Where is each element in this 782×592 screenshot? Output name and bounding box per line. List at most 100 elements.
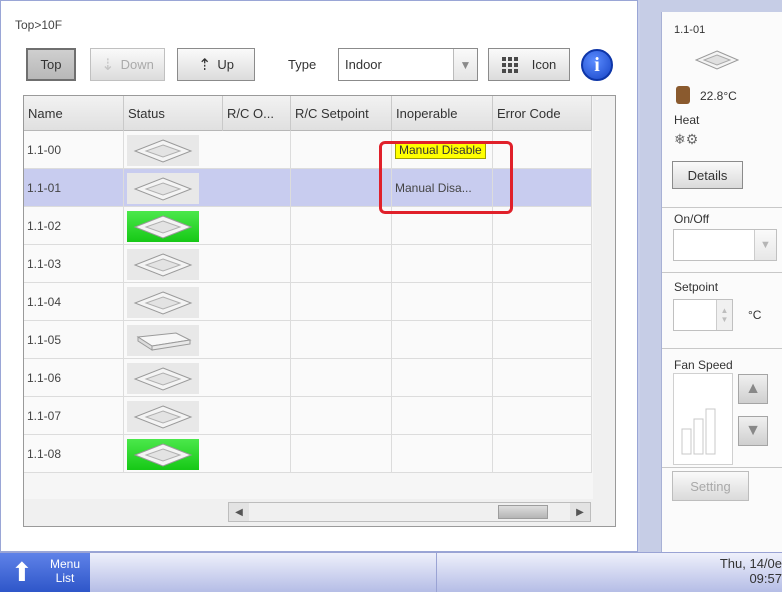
table-row[interactable]: 1.1-05 — [24, 321, 592, 359]
operation-mode: Heat — [674, 113, 700, 127]
chevron-down-icon: ▼ — [754, 230, 776, 260]
down-button-label: Down — [120, 57, 154, 72]
fan-speed-up-button[interactable]: ▲ — [738, 374, 768, 404]
fan-speed-bars-icon — [681, 408, 716, 455]
status-indicator[interactable] — [127, 173, 199, 204]
details-button[interactable]: Details — [672, 161, 743, 189]
setpoint-unit: °C — [748, 308, 762, 322]
down-button[interactable]: ⇣ Down — [90, 48, 165, 81]
unit-name: 1.1-01 — [674, 24, 706, 36]
cassette-unit-icon — [133, 404, 193, 429]
row-inoperable — [392, 283, 493, 321]
down-stairs-icon: ⇣ — [101, 56, 115, 74]
taskbar-divider — [436, 553, 437, 592]
scroll-right-icon[interactable]: ▶ — [570, 503, 590, 521]
info-icon[interactable]: i — [581, 49, 613, 81]
row-cell — [291, 397, 392, 435]
row-name: 1.1-01 — [24, 169, 124, 207]
vertical-scrollbar[interactable] — [593, 96, 615, 499]
scrollbar-thumb[interactable] — [498, 505, 548, 519]
column-header-status[interactable]: Status — [124, 96, 223, 131]
row-name: 1.1-07 — [24, 397, 124, 435]
onoff-label: On/Off — [674, 212, 710, 226]
setpoint-stepper[interactable]: ▲ ▼ — [673, 299, 733, 331]
scroll-left-icon[interactable]: ◀ — [229, 503, 249, 521]
table-header: Name Status R/C O... R/C Setpoint Inoper… — [24, 96, 592, 131]
type-select[interactable]: Indoor ▼ — [338, 48, 478, 81]
row-cell — [223, 321, 291, 359]
setting-button[interactable]: Setting — [672, 471, 749, 501]
table-row[interactable]: 1.1-03 — [24, 245, 592, 283]
row-name: 1.1-06 — [24, 359, 124, 397]
up-button-label: Up — [217, 57, 235, 72]
onoff-select[interactable]: ▼ — [673, 229, 777, 261]
spin-arrows-icon[interactable]: ▲ ▼ — [716, 300, 732, 330]
row-inoperable — [392, 435, 493, 473]
up-arrow-icon: ⬆ — [11, 557, 33, 587]
icon-view-label: Icon — [531, 57, 557, 72]
status-indicator[interactable] — [127, 401, 199, 432]
column-header-name[interactable]: Name — [24, 96, 124, 131]
top-button-label: Top — [40, 57, 62, 72]
row-name: 1.1-05 — [24, 321, 124, 359]
column-header-error-code[interactable]: Error Code — [493, 96, 592, 131]
type-select-value: Indoor — [345, 57, 382, 72]
row-cell — [223, 359, 291, 397]
row-inoperable — [392, 245, 493, 283]
status-indicator[interactable] — [127, 325, 199, 356]
up-stairs-icon: ⇡ — [197, 56, 212, 74]
cassette-unit-icon — [133, 442, 193, 467]
cassette-unit-icon — [133, 366, 193, 391]
separator — [662, 467, 782, 468]
row-cell — [223, 435, 291, 473]
column-header-rc-setpoint[interactable]: R/C Setpoint — [291, 96, 392, 131]
type-label: Type — [288, 57, 317, 72]
taskbar: ⬆ Menu List Thu, 14/0e 09:57 — [0, 552, 782, 592]
status-indicator[interactable] — [127, 135, 199, 166]
up-button[interactable]: ⇡ Up — [177, 48, 255, 81]
top-button[interactable]: Top — [26, 48, 76, 81]
detail-panel-body: 1.1-01 22.8°C Heat ❄⚙ Details On/Off ▼ S… — [661, 12, 782, 552]
row-cell — [493, 321, 592, 359]
menu-list-button[interactable]: ⬆ Menu List — [0, 553, 90, 592]
row-inoperable — [392, 397, 493, 435]
chevron-down-icon: ▼ — [453, 49, 477, 80]
cassette-unit-icon — [133, 138, 193, 163]
ceiling-unit-icon — [136, 331, 192, 351]
row-cell — [291, 435, 392, 473]
fan-speed-down-button[interactable]: ▼ — [738, 416, 768, 446]
row-name: 1.1-04 — [24, 283, 124, 321]
row-cell — [223, 245, 291, 283]
row-inoperable — [392, 359, 493, 397]
status-indicator[interactable] — [127, 287, 199, 318]
row-cell — [223, 283, 291, 321]
status-indicator[interactable] — [127, 439, 199, 470]
status-indicator[interactable] — [127, 249, 199, 280]
column-header-rc-onoff[interactable]: R/C O... — [223, 96, 291, 131]
unit-table: Name Status R/C O... R/C Setpoint Inoper… — [23, 95, 616, 527]
column-header-inoperable[interactable]: Inoperable — [392, 96, 493, 131]
row-cell — [291, 359, 392, 397]
row-cell — [223, 131, 291, 169]
heat-mode-icon: ❄⚙ — [674, 131, 699, 147]
table-row[interactable]: 1.1-06 — [24, 359, 592, 397]
status-indicator[interactable] — [127, 211, 199, 242]
status-indicator[interactable] — [127, 363, 199, 394]
row-cell — [291, 283, 392, 321]
breadcrumb: Top>10F — [15, 18, 63, 32]
horizontal-scrollbar[interactable]: ◀ ▶ — [228, 502, 591, 522]
table-row[interactable]: 1.1-04 — [24, 283, 592, 321]
separator — [662, 207, 782, 208]
separator — [662, 272, 782, 273]
row-cell — [493, 397, 592, 435]
row-cell — [223, 207, 291, 245]
row-inoperable — [392, 321, 493, 359]
cassette-unit-icon — [695, 50, 739, 70]
row-name: 1.1-08 — [24, 435, 124, 473]
table-row[interactable]: 1.1-07 — [24, 397, 592, 435]
clock-date: Thu, 14/0e — [719, 556, 782, 571]
row-name: 1.1-03 — [24, 245, 124, 283]
icon-view-button[interactable]: Icon — [488, 48, 570, 81]
row-cell — [493, 283, 592, 321]
table-row[interactable]: 1.1-08 — [24, 435, 592, 473]
